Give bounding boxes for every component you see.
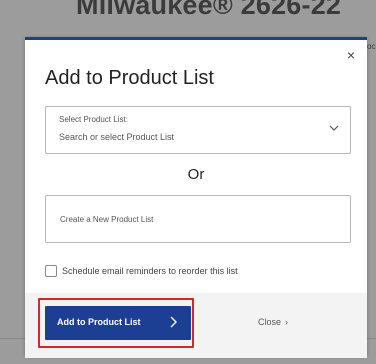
product-title: Milwaukee® 2626-22 bbox=[76, 0, 342, 20]
modal-title: Add to Product List bbox=[45, 67, 214, 89]
product-list-select[interactable]: Select Product List: Search or select Pr… bbox=[45, 106, 351, 154]
email-reminder-option[interactable]: Schedule email reminders to reorder this… bbox=[45, 264, 238, 278]
close-link-label: Close bbox=[258, 317, 282, 327]
close-link[interactable]: Close › bbox=[258, 317, 288, 327]
chevron-down-icon bbox=[329, 125, 339, 131]
select-value: Search or select Product List bbox=[59, 132, 175, 142]
modal-footer: Add to Product List Close › bbox=[25, 293, 367, 358]
select-label: Select Product List: bbox=[59, 115, 128, 124]
background-side-text: oc bbox=[367, 42, 376, 51]
new-product-list-input[interactable] bbox=[45, 195, 351, 243]
add-button-label: Add to Product List bbox=[57, 317, 141, 327]
close-icon[interactable]: × bbox=[347, 48, 355, 62]
or-separator: Or bbox=[187, 166, 205, 183]
add-to-product-list-button[interactable]: Add to Product List bbox=[45, 306, 191, 340]
chevron-right-icon bbox=[170, 316, 177, 328]
add-to-product-list-modal: × Add to Product List Select Product Lis… bbox=[25, 37, 367, 358]
reminder-label: Schedule email reminders to reorder this… bbox=[62, 266, 238, 276]
chevron-right-icon: › bbox=[285, 317, 289, 327]
reminder-checkbox[interactable] bbox=[45, 265, 57, 277]
